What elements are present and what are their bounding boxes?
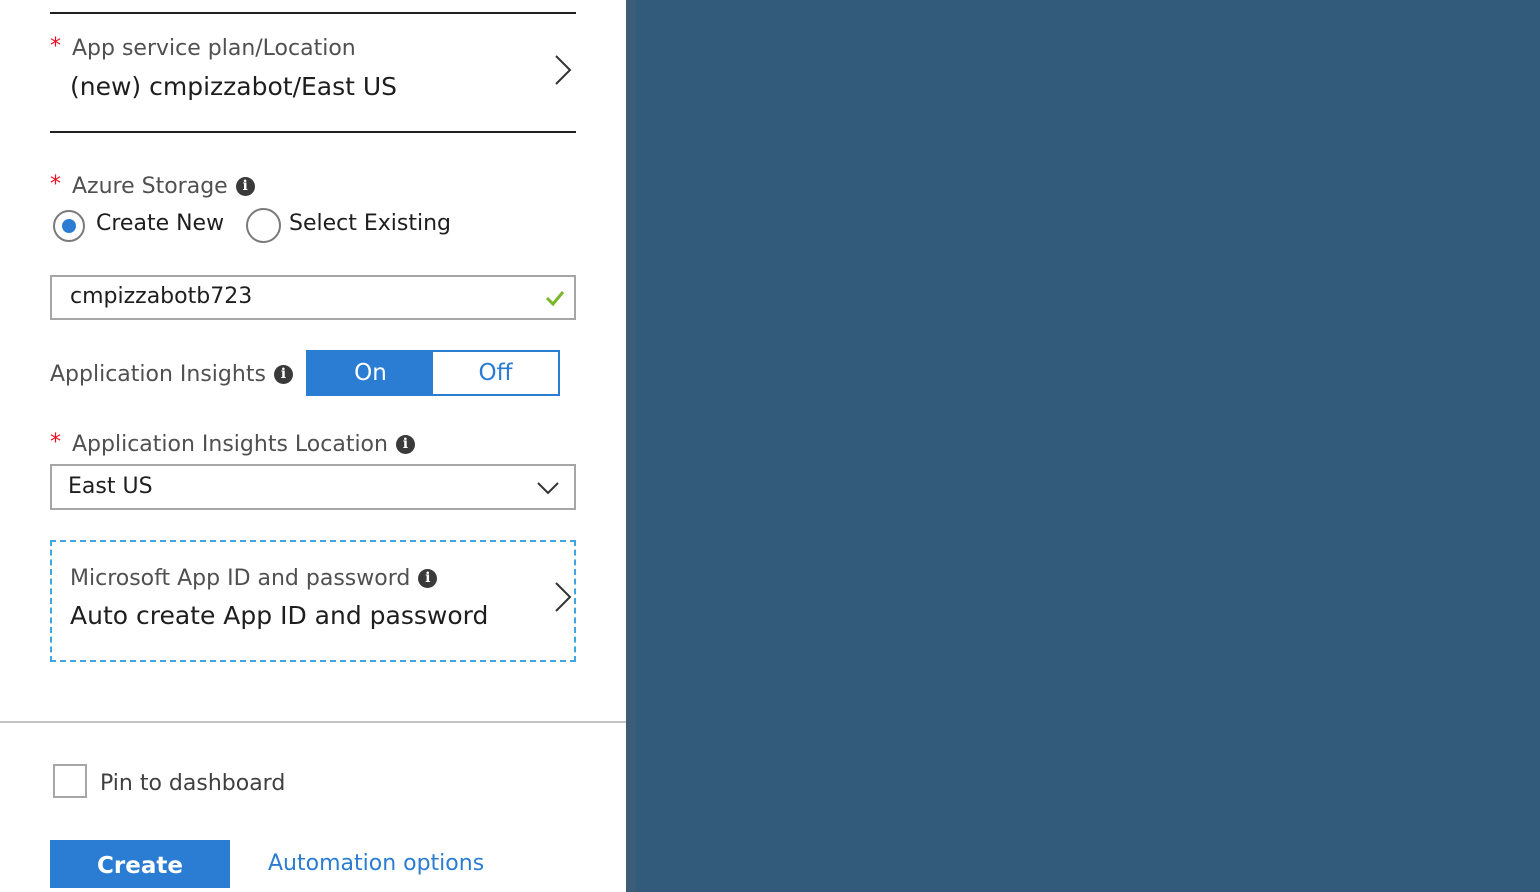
info-icon[interactable]: i <box>418 569 438 588</box>
app-insights-location-dropdown[interactable]: East US <box>50 464 576 510</box>
required-marker: * <box>50 430 61 455</box>
pin-to-dashboard-label[interactable]: Pin to dashboard <box>100 771 285 796</box>
app-service-plan-label: App service plan/Location <box>72 36 356 61</box>
create-button[interactable]: Create <box>50 840 230 888</box>
toggle-off[interactable]: Off <box>433 352 558 394</box>
automation-options-link[interactable]: Automation options <box>268 851 484 876</box>
info-icon[interactable]: i <box>235 177 255 196</box>
storage-name-input[interactable] <box>68 283 512 310</box>
create-bot-blade: * App service plan/Location (new) cmpizz… <box>0 0 626 892</box>
divider <box>50 131 576 133</box>
storage-name-field[interactable] <box>50 275 576 320</box>
dropdown-selected-value: East US <box>68 474 153 499</box>
radio-selected-dot <box>62 219 76 233</box>
footer-divider <box>0 721 626 723</box>
toggle-on[interactable]: On <box>308 352 433 394</box>
azure-storage-label-text: Azure Storage <box>72 174 228 199</box>
application-insights-toggle[interactable]: On Off <box>306 350 560 396</box>
required-marker: * <box>50 172 61 197</box>
app-id-label: Microsoft App ID and password i <box>70 566 438 591</box>
checkmark-icon <box>545 291 565 307</box>
app-id-password-selector[interactable]: Microsoft App ID and password i Auto crea… <box>50 540 576 662</box>
chevron-right-icon <box>555 582 572 612</box>
portal-backdrop <box>626 0 1540 892</box>
app-service-plan-value: (new) cmpizzabot/East US <box>70 72 398 101</box>
app-id-value: Auto create App ID and password <box>70 601 489 630</box>
app-insights-location-label-text: Application Insights Location <box>72 432 388 457</box>
info-icon[interactable]: i <box>273 365 293 384</box>
radio-select-existing[interactable] <box>246 208 281 243</box>
info-icon[interactable]: i <box>395 435 415 454</box>
app-id-label-text: Microsoft App ID and password <box>70 566 411 591</box>
chevron-right-icon <box>555 55 572 85</box>
radio-create-new-label[interactable]: Create New <box>96 211 224 236</box>
pin-to-dashboard-checkbox[interactable] <box>53 764 87 798</box>
blade-shadow-edge <box>626 0 636 892</box>
application-insights-label: Application Insights i <box>50 362 293 387</box>
application-insights-label-text: Application Insights <box>50 362 266 387</box>
radio-select-existing-label[interactable]: Select Existing <box>289 211 451 236</box>
radio-create-new[interactable] <box>53 210 85 242</box>
app-insights-location-label: Application Insights Location i <box>72 432 415 457</box>
app-service-plan-selector[interactable]: * App service plan/Location (new) cmpizz… <box>50 14 576 131</box>
required-marker: * <box>50 34 61 59</box>
azure-storage-label: Azure Storage i <box>72 174 255 199</box>
chevron-down-icon <box>537 482 559 495</box>
